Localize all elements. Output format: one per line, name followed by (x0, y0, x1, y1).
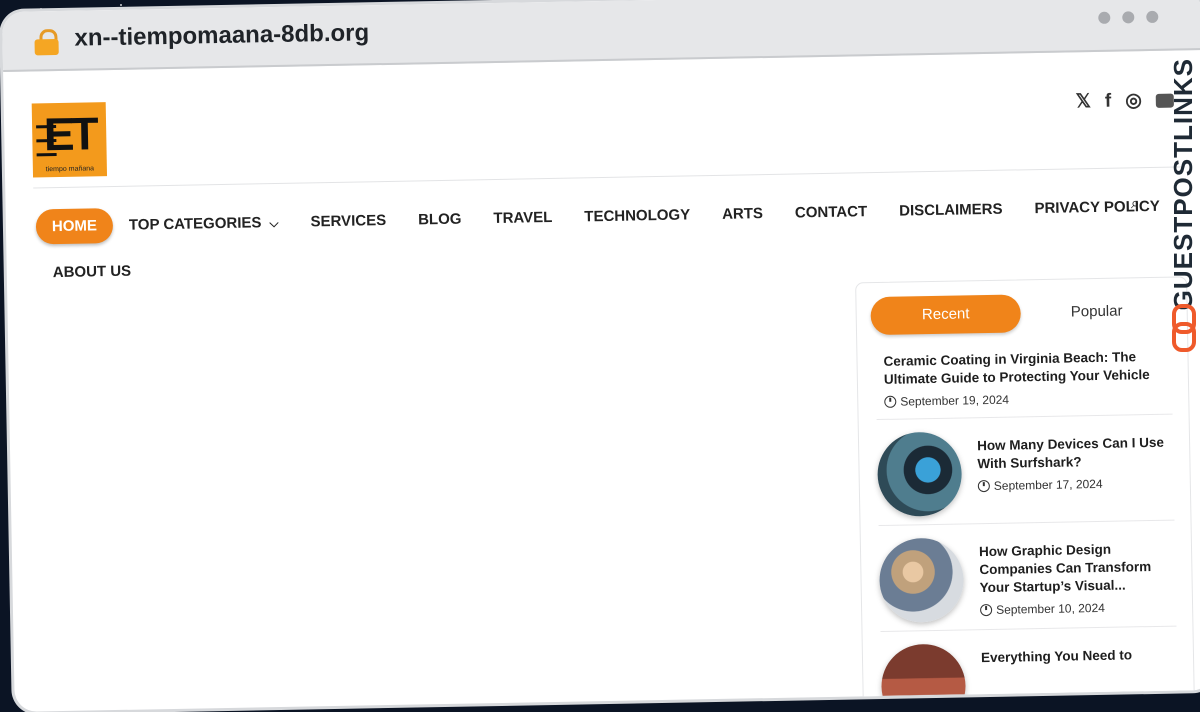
post-date-text: September 17, 2024 (993, 476, 1103, 493)
clock-icon (980, 603, 993, 617)
guestpostlinks-watermark: GUESTPOSTLINKS (1166, 58, 1200, 360)
nav-item-technology[interactable]: TECHNOLOGY (568, 198, 706, 234)
instagram-icon[interactable]: ◎ (1125, 89, 1142, 112)
nav-item-services[interactable]: SERVICES (294, 204, 402, 239)
tab-popular[interactable]: Popular (1022, 292, 1171, 333)
lock-icon (34, 28, 60, 56)
clock-icon (977, 479, 990, 493)
nav-item-about-us[interactable]: ABOUT US (36, 254, 147, 289)
header-divider (33, 166, 1186, 189)
post-title[interactable]: Everything You Need to (981, 646, 1171, 667)
search-icon[interactable]: ⌕ (1131, 195, 1140, 213)
post-date: September 19, 2024 (884, 390, 1164, 409)
post-date-text: September 10, 2024 (995, 600, 1105, 617)
nav-item-blog[interactable]: BLOG (402, 202, 478, 236)
nav-label: TOP CATEGORIES (128, 214, 262, 234)
post-tabs: Recent Popular (870, 292, 1171, 336)
post-text: How Graphic Design Companies Can Transfo… (979, 540, 1170, 617)
nav-item-travel[interactable]: TRAVEL (477, 201, 568, 236)
site-logo[interactable]: ET tiempo mañana (31, 102, 108, 178)
watermark-text: GUESTPOSTLINKS (1168, 58, 1198, 311)
url-text[interactable]: xn--tiempomaana-8db.org (74, 19, 369, 52)
post-date: September 17, 2024 (977, 476, 1168, 493)
nav-item-top-categories[interactable]: TOP CATEGORIES ⌵ (113, 206, 295, 242)
post-text: How Many Devices Can I Use With Surfshar… (977, 434, 1168, 493)
browser-window: xn--tiempomaana-8db.org ET tiempo mañana… (2, 0, 1200, 712)
chevron-down-icon: ⌵ (269, 215, 279, 231)
x-icon[interactable]: 𝕏 (1075, 90, 1091, 113)
list-item[interactable]: How Many Devices Can I Use With Surfshar… (876, 415, 1175, 527)
logo-arrow (36, 139, 57, 143)
window-controls (1098, 10, 1159, 24)
post-title[interactable]: How Many Devices Can I Use With Surfshar… (977, 434, 1168, 473)
window-dot[interactable] (1098, 11, 1111, 24)
list-item[interactable]: How Graphic Design Companies Can Transfo… (878, 521, 1177, 633)
social-links: 𝕏 f ◎ (1075, 89, 1174, 114)
tab-recent[interactable]: Recent (870, 294, 1022, 336)
link-icon (1170, 304, 1196, 352)
post-title[interactable]: Ceramic Coating in Virginia Beach: The U… (883, 348, 1164, 389)
window-dot[interactable] (1146, 10, 1159, 24)
address-bar[interactable]: xn--tiempomaana-8db.org (2, 0, 1200, 72)
facebook-icon[interactable]: f (1105, 90, 1112, 112)
list-item[interactable]: Ceramic Coating in Virginia Beach: The U… (875, 341, 1173, 421)
post-date: September 10, 2024 (980, 600, 1170, 617)
clock-icon (884, 395, 897, 408)
post-thumbnail[interactable] (880, 643, 967, 712)
nav-item-contact[interactable]: CONTACT (779, 195, 884, 230)
post-date-text: September 19, 2024 (900, 392, 1010, 409)
nav-item-arts[interactable]: ARTS (706, 197, 779, 231)
logo-arrow (36, 125, 57, 129)
logo-arrow (36, 153, 57, 157)
logo-tagline: tiempo mañana (45, 165, 95, 174)
nav-item-privacy-policy[interactable]: PRIVACY POLICY (1018, 190, 1176, 226)
sidebar-widget: Recent Popular Ceramic Coating in Virgin… (855, 276, 1195, 712)
post-thumbnail[interactable] (878, 537, 965, 624)
window-dot[interactable] (1122, 11, 1135, 24)
post-thumbnail[interactable] (876, 431, 963, 518)
post-title[interactable]: How Graphic Design Companies Can Transfo… (979, 540, 1170, 597)
nav-item-disclaimers[interactable]: DISCLAIMERS (883, 192, 1019, 227)
main-nav: HOME TOP CATEGORIES ⌵ SERVICES BLOG TRAVE… (35, 189, 1160, 290)
post-text: Everything You Need to (981, 646, 1171, 667)
nav-item-home[interactable]: HOME (35, 208, 114, 245)
